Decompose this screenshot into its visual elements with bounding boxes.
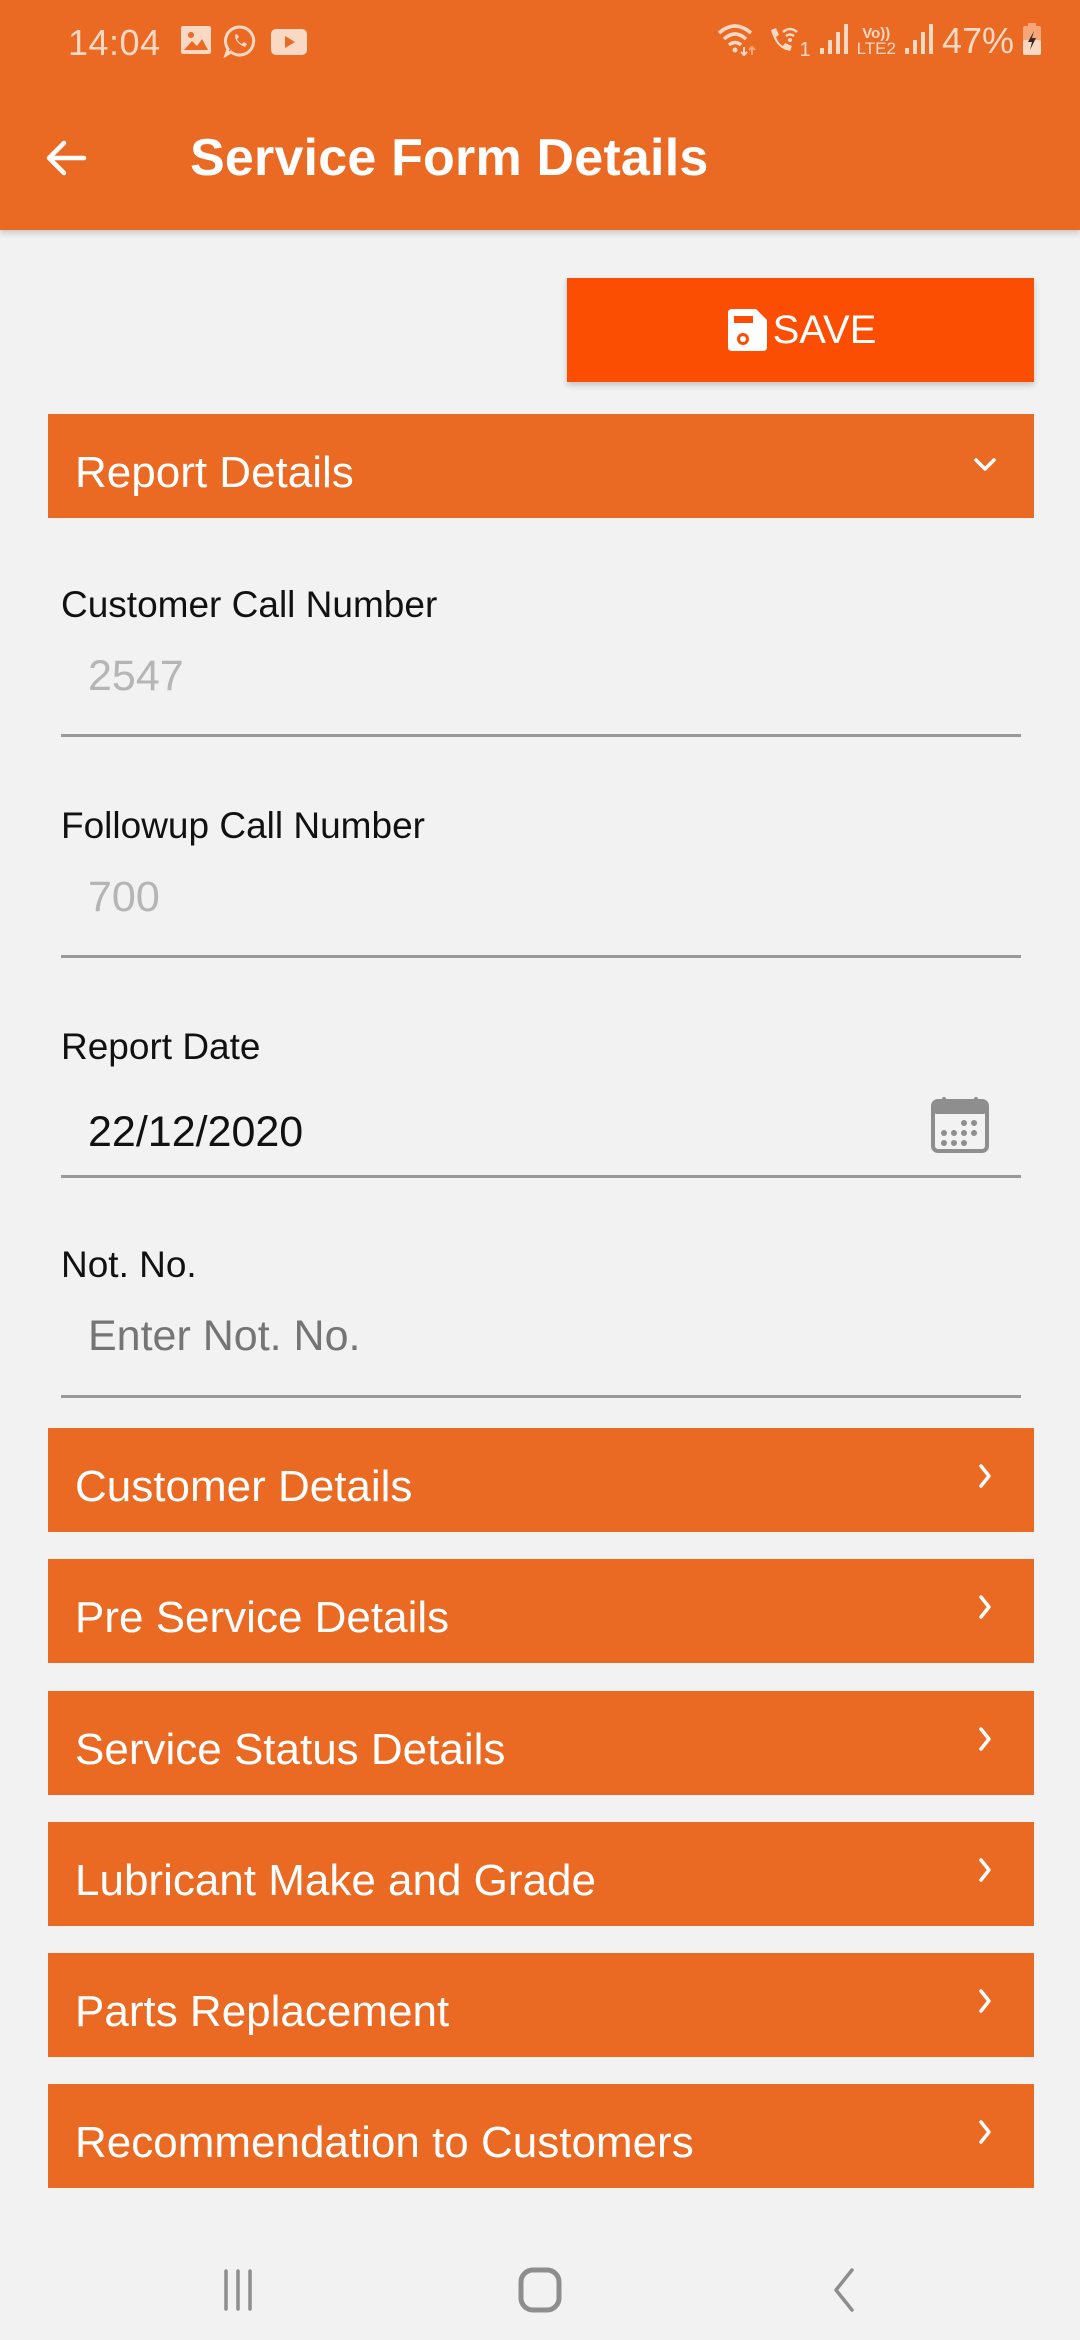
section-label: Service Status Details xyxy=(75,1725,506,1774)
report-date-field[interactable]: 22/12/2020 xyxy=(88,1108,303,1157)
section-label: Lubricant Make and Grade xyxy=(75,1856,596,1905)
save-button[interactable]: SAVE xyxy=(567,278,1034,382)
report-date-label: Report Date xyxy=(61,1026,261,1067)
section-recommendation-to-customers[interactable]: Recommendation to Customers xyxy=(48,2084,1034,2188)
report-date-underline xyxy=(61,1175,1021,1178)
battery-charging-icon xyxy=(1022,22,1042,61)
youtube-icon xyxy=(270,28,308,61)
whatsapp-icon xyxy=(223,24,257,63)
signal-sim2-icon xyxy=(904,22,934,61)
calendar-icon[interactable] xyxy=(930,1096,990,1154)
status-time: 14:04 xyxy=(68,22,161,63)
section-lubricant-make-and-grade[interactable]: Lubricant Make and Grade xyxy=(48,1822,1034,1926)
chevron-right-icon xyxy=(979,1858,991,1882)
chevron-right-icon xyxy=(979,1989,991,2013)
followup-call-number-label: Followup Call Number xyxy=(61,805,425,846)
section-pre-service-details[interactable]: Pre Service Details xyxy=(48,1559,1034,1663)
recents-icon xyxy=(224,2269,252,2311)
save-label: SAVE xyxy=(772,307,877,352)
wifi-calling-icon: 1 xyxy=(767,24,811,61)
app-header: 14:04 1 Vo)) LTE2 47% Service Form Detai… xyxy=(0,0,1080,230)
status-right: 1 Vo)) LTE2 47% xyxy=(715,20,1042,62)
section-label: Pre Service Details xyxy=(75,1593,450,1642)
not-no-label: Not. No. xyxy=(61,1244,197,1285)
home-icon xyxy=(518,2267,562,2313)
wifi-icon xyxy=(715,21,759,62)
lte2-label: LTE2 xyxy=(856,39,896,58)
followup-call-number-underline xyxy=(61,955,1021,958)
section-label: Parts Replacement xyxy=(75,1987,450,2036)
customer-call-number-field: 2547 xyxy=(88,652,184,700)
recents-button[interactable] xyxy=(198,2260,278,2320)
section-parts-replacement[interactable]: Parts Replacement xyxy=(48,1953,1034,2057)
chevron-down-icon xyxy=(974,458,996,471)
volte-lte2-icon: Vo)) LTE2 xyxy=(856,26,896,58)
status-bar: 14:04 1 Vo)) LTE2 47% xyxy=(0,0,1080,86)
battery-percent: 47% xyxy=(941,20,1014,61)
customer-call-number-label: Customer Call Number xyxy=(61,584,438,625)
section-service-status-details[interactable]: Service Status Details xyxy=(48,1691,1034,1795)
section-label: Customer Details xyxy=(75,1462,413,1511)
arrow-left-icon xyxy=(46,140,87,176)
back-icon xyxy=(834,2268,854,2312)
home-button[interactable] xyxy=(500,2260,580,2320)
section-label: Recommendation to Customers xyxy=(75,2118,694,2167)
section-report-details[interactable]: Report Details xyxy=(48,414,1034,518)
back-button[interactable] xyxy=(40,128,100,188)
signal-sim1-icon xyxy=(819,22,849,61)
section-label: Report Details xyxy=(75,448,354,497)
chevron-right-icon xyxy=(979,1727,991,1751)
floppy-disk-icon xyxy=(727,309,767,351)
not-no-input[interactable] xyxy=(88,1306,988,1366)
back-nav-button[interactable] xyxy=(802,2260,882,2320)
followup-call-number-field: 700 xyxy=(88,873,160,921)
chevron-right-icon xyxy=(979,2120,991,2144)
chevron-right-icon xyxy=(979,1464,991,1488)
not-no-underline xyxy=(61,1395,1021,1398)
sim1-label: 1 xyxy=(799,39,811,61)
page-title: Service Form Details xyxy=(190,129,709,187)
section-customer-details[interactable]: Customer Details xyxy=(48,1428,1034,1532)
chevron-right-icon xyxy=(979,1595,991,1619)
system-nav-bar xyxy=(0,2220,1080,2340)
customer-call-number-underline xyxy=(61,734,1021,737)
gallery-icon xyxy=(180,24,212,61)
